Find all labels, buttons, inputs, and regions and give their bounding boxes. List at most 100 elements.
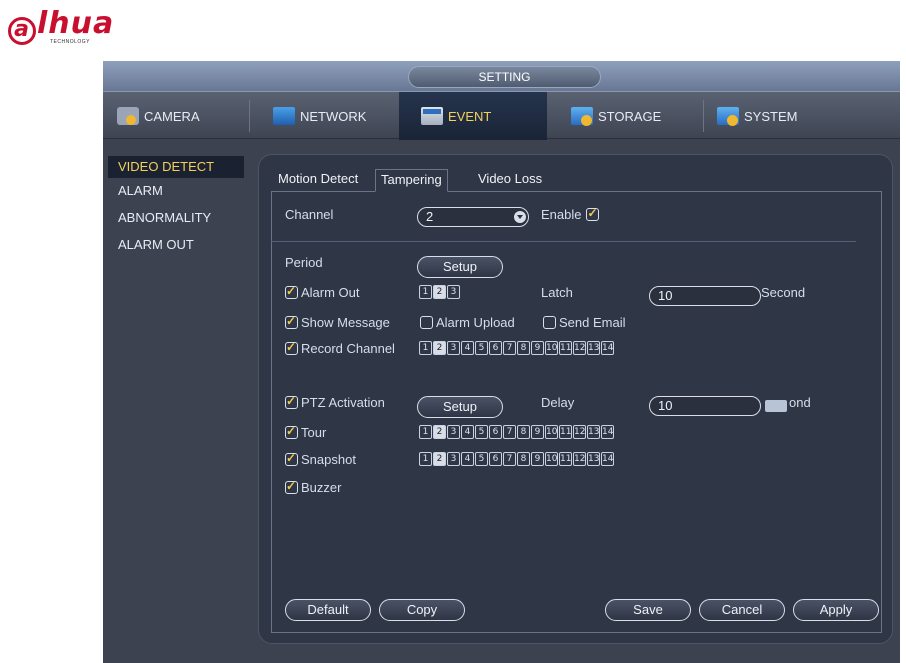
record-channel-box[interactable]: 2 (433, 341, 446, 355)
tour-channel-box[interactable]: 1 (419, 425, 432, 439)
window-title: SETTING (408, 66, 601, 88)
alarm-out-channel-box[interactable]: 1 (419, 285, 432, 299)
snapshot-channel-box[interactable]: 13 (587, 452, 600, 466)
tour-row: Tour (285, 424, 326, 440)
sidebar-item-alarm-out[interactable]: ALARM OUT (108, 234, 244, 256)
snapshot-channel-box[interactable]: 5 (475, 452, 488, 466)
latch-label: Latch (541, 285, 573, 300)
record-channel-box[interactable]: 12 (573, 341, 586, 355)
snapshot-checkbox[interactable] (285, 451, 298, 466)
record-channel-box[interactable]: 10 (545, 341, 558, 355)
delay-input[interactable]: 10 (649, 396, 761, 416)
snapshot-channel-box[interactable]: 6 (489, 452, 502, 466)
tour-channel-box[interactable]: 3 (447, 425, 460, 439)
subtab-motion-detect[interactable]: Motion Detect (273, 169, 363, 191)
snapshot-channel-box[interactable]: 3 (447, 452, 460, 466)
alarm-upload-label: Alarm Upload (436, 315, 515, 330)
tour-channel-box[interactable]: 14 (601, 425, 614, 439)
record-channel-box[interactable]: 1 (419, 341, 432, 355)
snapshot-channel-box[interactable]: 10 (545, 452, 558, 466)
tour-channel-box[interactable]: 11 (559, 425, 572, 439)
record-channel-box[interactable]: 11 (559, 341, 572, 355)
snapshot-channel-box[interactable]: 9 (531, 452, 544, 466)
snapshot-channel-box[interactable]: 8 (517, 452, 530, 466)
ptz-activation-checkbox[interactable] (285, 394, 298, 409)
subtab-video-loss[interactable]: Video Loss (473, 169, 547, 191)
snapshot-channel-box[interactable]: 2 (433, 452, 446, 466)
subtab-tampering[interactable]: Tampering (375, 169, 448, 192)
tab-event[interactable]: EVENT (399, 92, 547, 140)
tour-channel-box[interactable]: 12 (573, 425, 586, 439)
send-email-checkbox[interactable] (543, 316, 556, 329)
snapshot-channel-box[interactable]: 7 (503, 452, 516, 466)
copy-button[interactable]: Copy (379, 599, 465, 621)
tab-system[interactable]: SYSTEM (717, 92, 857, 140)
record-channel-box[interactable]: 13 (587, 341, 600, 355)
snapshot-channel-box[interactable]: 14 (601, 452, 614, 466)
tab-network-label: NETWORK (300, 108, 367, 124)
record-channel-box[interactable]: 14 (601, 341, 614, 355)
record-channel-box[interactable]: 9 (531, 341, 544, 355)
tour-channel-box[interactable]: 9 (531, 425, 544, 439)
record-channel-checkbox[interactable] (285, 340, 298, 355)
event-icon (421, 107, 443, 125)
tab-network[interactable]: NETWORK (273, 92, 393, 140)
tab-camera[interactable]: CAMERA (117, 92, 247, 140)
tab-event-label: EVENT (448, 108, 492, 124)
record-channel-box[interactable]: 6 (489, 341, 502, 355)
period-setup-button[interactable]: Setup (417, 256, 503, 278)
buzzer-checkbox[interactable] (285, 479, 298, 494)
camera-icon (117, 107, 139, 125)
latch-input[interactable]: 10 (649, 286, 761, 306)
record-channel-box[interactable]: 3 (447, 341, 460, 355)
tour-channel-box[interactable]: 6 (489, 425, 502, 439)
logo-a-mark: a (8, 17, 36, 45)
snapshot-channel-box[interactable]: 11 (559, 452, 572, 466)
channel-value: 2 (426, 209, 434, 224)
content-panel: Motion Detect Tampering Video Loss Chann… (258, 154, 893, 644)
period-label: Period (285, 255, 323, 270)
snapshot-channel-boxes: 1 2 3 4 5 6 7 8 9 10 11 12 13 14 (419, 452, 615, 466)
default-button[interactable]: Default (285, 599, 371, 621)
sidebar-item-alarm[interactable]: ALARM (108, 180, 244, 202)
tour-channel-box[interactable]: 4 (461, 425, 474, 439)
record-channel-box[interactable]: 8 (517, 341, 530, 355)
tour-checkbox[interactable] (285, 424, 298, 439)
cancel-button[interactable]: Cancel (699, 599, 785, 621)
ptz-setup-button[interactable]: Setup (417, 396, 503, 418)
setting-window: SETTING CAMERA NETWORK EVENT STORAGE SYS… (103, 61, 900, 663)
snapshot-channel-box[interactable]: 4 (461, 452, 474, 466)
alarm-out-channel-box[interactable]: 3 (447, 285, 460, 299)
apply-button[interactable]: Apply (793, 599, 879, 621)
tab-storage[interactable]: STORAGE (571, 92, 711, 140)
storage-icon (571, 107, 593, 126)
alarm-out-checkbox[interactable] (285, 284, 298, 299)
ptz-activation-row: PTZ Activation (285, 394, 385, 410)
show-message-checkbox[interactable] (285, 314, 298, 329)
sidebar-item-video-detect[interactable]: VIDEO DETECT (108, 156, 244, 178)
logo-lhua: lhua (37, 6, 115, 41)
record-channel-box[interactable]: 7 (503, 341, 516, 355)
tour-channel-box[interactable]: 5 (475, 425, 488, 439)
record-channel-box[interactable]: 5 (475, 341, 488, 355)
keyboard-icon[interactable] (765, 400, 787, 412)
snapshot-label: Snapshot (301, 452, 356, 467)
tour-channel-box[interactable]: 10 (545, 425, 558, 439)
enable-checkbox[interactable] (586, 206, 600, 221)
tour-channel-box[interactable]: 13 (587, 425, 600, 439)
sidebar-item-abnormality[interactable]: ABNORMALITY (108, 207, 244, 229)
snapshot-channel-box[interactable]: 1 (419, 452, 432, 466)
buzzer-label: Buzzer (301, 480, 342, 495)
alarm-out-channel-box[interactable]: 2 (433, 285, 446, 299)
tour-channel-box[interactable]: 8 (517, 425, 530, 439)
record-channel-box[interactable]: 4 (461, 341, 474, 355)
divider (271, 241, 856, 242)
chevron-down-icon (514, 211, 526, 223)
alarm-upload-checkbox[interactable] (420, 316, 433, 329)
save-button[interactable]: Save (605, 599, 691, 621)
channel-select[interactable]: 2 (417, 207, 529, 227)
tab-camera-label: CAMERA (144, 108, 200, 124)
snapshot-channel-box[interactable]: 12 (573, 452, 586, 466)
tour-channel-box[interactable]: 7 (503, 425, 516, 439)
tour-channel-box[interactable]: 2 (433, 425, 446, 439)
